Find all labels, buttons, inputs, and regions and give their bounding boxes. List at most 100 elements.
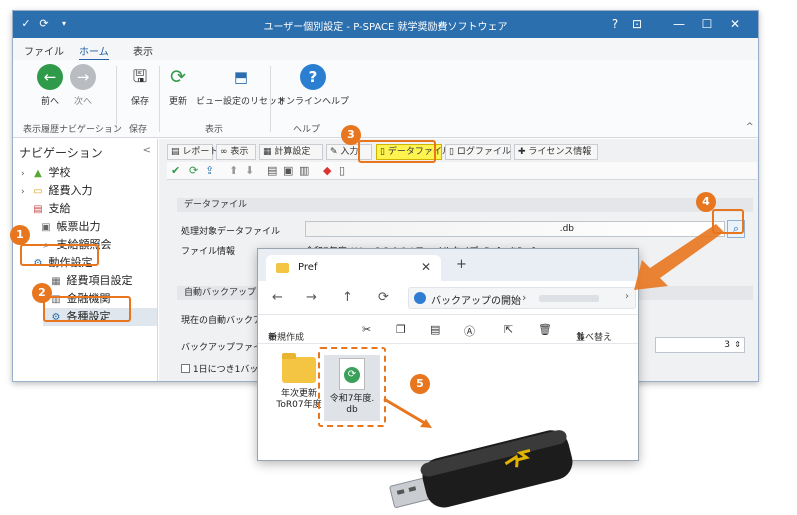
paste-icon[interactable]: ▤ — [430, 323, 440, 336]
callout-highlight-various-settings — [43, 296, 131, 322]
group-label-help: ヘルプ — [293, 125, 321, 135]
floppy-disk-icon: 🖫 — [132, 67, 148, 87]
online-help-label: オンラインヘルプ — [277, 97, 350, 107]
nav-item-label: 支給 — [48, 202, 71, 215]
nav-item-report-output[interactable]: ▣ 帳票出力 — [39, 218, 100, 236]
group-label-save: 保存 — [129, 125, 148, 135]
export-icon[interactable]: ⇪ — [205, 164, 214, 178]
copy-icon[interactable]: ❐ — [396, 323, 406, 336]
tab-report[interactable]: ▤ レポート — [167, 144, 218, 160]
breadcrumb[interactable]: バックアップの開始 › › — [408, 287, 636, 309]
arrow-left-icon: ← — [37, 64, 63, 90]
blurred-path — [539, 295, 599, 302]
nav-item-school[interactable]: › ▲ 学校 — [21, 164, 71, 182]
delete-icon[interactable]: 🗑 — [538, 323, 552, 336]
back-button[interactable]: ← 前へ — [37, 64, 63, 107]
chevron-down-icon: ⌄ — [576, 330, 584, 340]
backup-keep-stepper[interactable]: 3 ⇕ — [655, 337, 745, 353]
folder-item[interactable]: 年次更新 ToR07年度 — [275, 353, 323, 411]
nav-item-label: 経費項目設定 — [66, 274, 133, 287]
collapse-nav-icon[interactable]: < — [143, 145, 151, 156]
tab-label: ログファイル — [456, 147, 511, 157]
maximize-button[interactable]: ☐ — [697, 16, 717, 32]
refresh-icon[interactable]: ⟳ — [189, 164, 198, 178]
save-label: 保存 — [130, 97, 149, 107]
print-icon[interactable]: ▣ — [283, 164, 293, 178]
forward-label: 次へ — [73, 97, 92, 107]
backup-location-icon — [414, 292, 426, 304]
menu-home[interactable]: ホーム — [79, 43, 109, 61]
tab-label: 入力 — [340, 147, 359, 157]
share-icon[interactable]: ⇱ — [504, 323, 513, 336]
callout-badge-4: 4 — [696, 192, 716, 212]
check-icon[interactable]: ✔ — [171, 164, 180, 178]
save-button[interactable]: 🖫 保存 — [127, 64, 153, 107]
close-tab-icon[interactable]: ✕ — [421, 260, 431, 274]
refresh-icon[interactable]: ⟳ — [378, 290, 389, 305]
reset-view-button[interactable]: ⬒ ビュー設定のリセット — [196, 64, 286, 107]
preview-icon[interactable]: ▤ — [267, 164, 277, 178]
tab-label: 表示 — [230, 147, 249, 157]
back-arrow-icon[interactable]: ← — [272, 290, 283, 305]
explorer-tab-title: Pref — [298, 262, 318, 273]
cut-icon[interactable]: ✂ — [362, 323, 371, 336]
target-file-value: .db — [559, 224, 574, 234]
help-icon[interactable]: ? — [605, 16, 625, 32]
new-tab-icon[interactable]: + — [456, 257, 467, 272]
refresh-label: 更新 — [168, 97, 187, 107]
arrow-right-icon: → — [70, 64, 96, 90]
folder-icon — [282, 353, 316, 383]
ribbon-separator — [270, 66, 271, 132]
up-arrow-icon[interactable]: ↑ — [342, 290, 353, 305]
menu-file[interactable]: ファイル — [24, 43, 64, 58]
menu-bar: ファイル ホーム 表示 — [13, 38, 758, 61]
nav-item-label: 経費入力 — [48, 184, 93, 197]
down-arrow-icon[interactable]: ⬇ — [245, 164, 254, 178]
group-label-view: 表示 — [205, 125, 224, 135]
stepper-icon[interactable]: ⇕ — [734, 338, 741, 352]
close-button[interactable]: ✕ — [725, 16, 745, 32]
chevron-down-icon: ⌄ — [268, 330, 276, 340]
checkbox[interactable] — [181, 364, 190, 373]
folder-label-line2: ToR07年度 — [276, 400, 322, 410]
document-icon[interactable]: ▯ — [339, 164, 345, 178]
tab-label: 計算設定 — [274, 147, 311, 157]
reset-view-label: ビュー設定のリセット — [196, 97, 287, 107]
callout-badge-1: 1 — [10, 225, 30, 245]
minimize-button[interactable]: — — [669, 16, 689, 32]
backup-keep-value: 3 — [724, 340, 730, 350]
tab-license[interactable]: ✚ ライセンス情報 — [514, 144, 598, 160]
orange-arrow — [634, 224, 724, 290]
nav-item-expense-entry[interactable]: › ▭ 経費入力 — [21, 182, 93, 200]
chevron-right-icon: › — [522, 291, 527, 304]
folder-icon: ▭ — [33, 186, 43, 197]
nav-item-payment[interactable]: ▤ 支給 — [31, 200, 71, 218]
collapse-ribbon-icon[interactable]: ^ — [746, 122, 754, 132]
explorer-address-bar: ← → ↑ ⟳ バックアップの開始 › › — [258, 281, 638, 315]
menu-view[interactable]: 表示 — [133, 43, 153, 58]
page-icon[interactable]: ▥ — [299, 164, 309, 178]
back-label: 前へ — [40, 97, 59, 107]
tab-calculation[interactable]: ▦ 計算設定 — [259, 144, 323, 160]
callout-highlight-db-file — [318, 347, 386, 427]
file-info-label: ファイル情報 — [181, 247, 236, 257]
tab-log-file[interactable]: ▯ ログファイル — [445, 144, 511, 160]
forward-arrow-icon[interactable]: → — [306, 290, 317, 305]
refresh-icon: ⟳ — [170, 66, 186, 88]
tab-display[interactable]: ∞ 表示 — [216, 144, 256, 160]
title-bar: ✓ ⟳ ▾ ユーザー個別設定 - P-SPACE 就学奨励費ソフトウェア ? ⊡… — [13, 11, 758, 38]
ribbon: ← 前へ → 次へ 🖫 保存 ⟳ 更新 ⬒ ビュー設定のリセット ? オンライン… — [13, 60, 758, 138]
rename-icon[interactable]: Ⓐ — [464, 323, 475, 339]
refresh-button[interactable]: ⟳ 更新 — [165, 64, 191, 107]
pin-icon[interactable]: ◆ — [323, 164, 331, 178]
explorer-tab[interactable]: Pref ✕ — [266, 255, 441, 281]
explorer-tab-bar: Pref ✕ + — [258, 249, 638, 281]
online-help-button[interactable]: ? オンラインヘルプ — [277, 64, 349, 107]
nav-item-expense-settings[interactable]: ▦ 経費項目設定 — [49, 272, 133, 290]
forward-button[interactable]: → 次へ — [70, 64, 96, 107]
callout-highlight-operation-settings — [20, 244, 99, 266]
printer-icon: ▣ — [41, 222, 51, 233]
up-arrow-icon[interactable]: ⬆ — [229, 164, 238, 178]
school-icon: ▲ — [34, 168, 42, 179]
layout-icon[interactable]: ⊡ — [627, 16, 647, 32]
